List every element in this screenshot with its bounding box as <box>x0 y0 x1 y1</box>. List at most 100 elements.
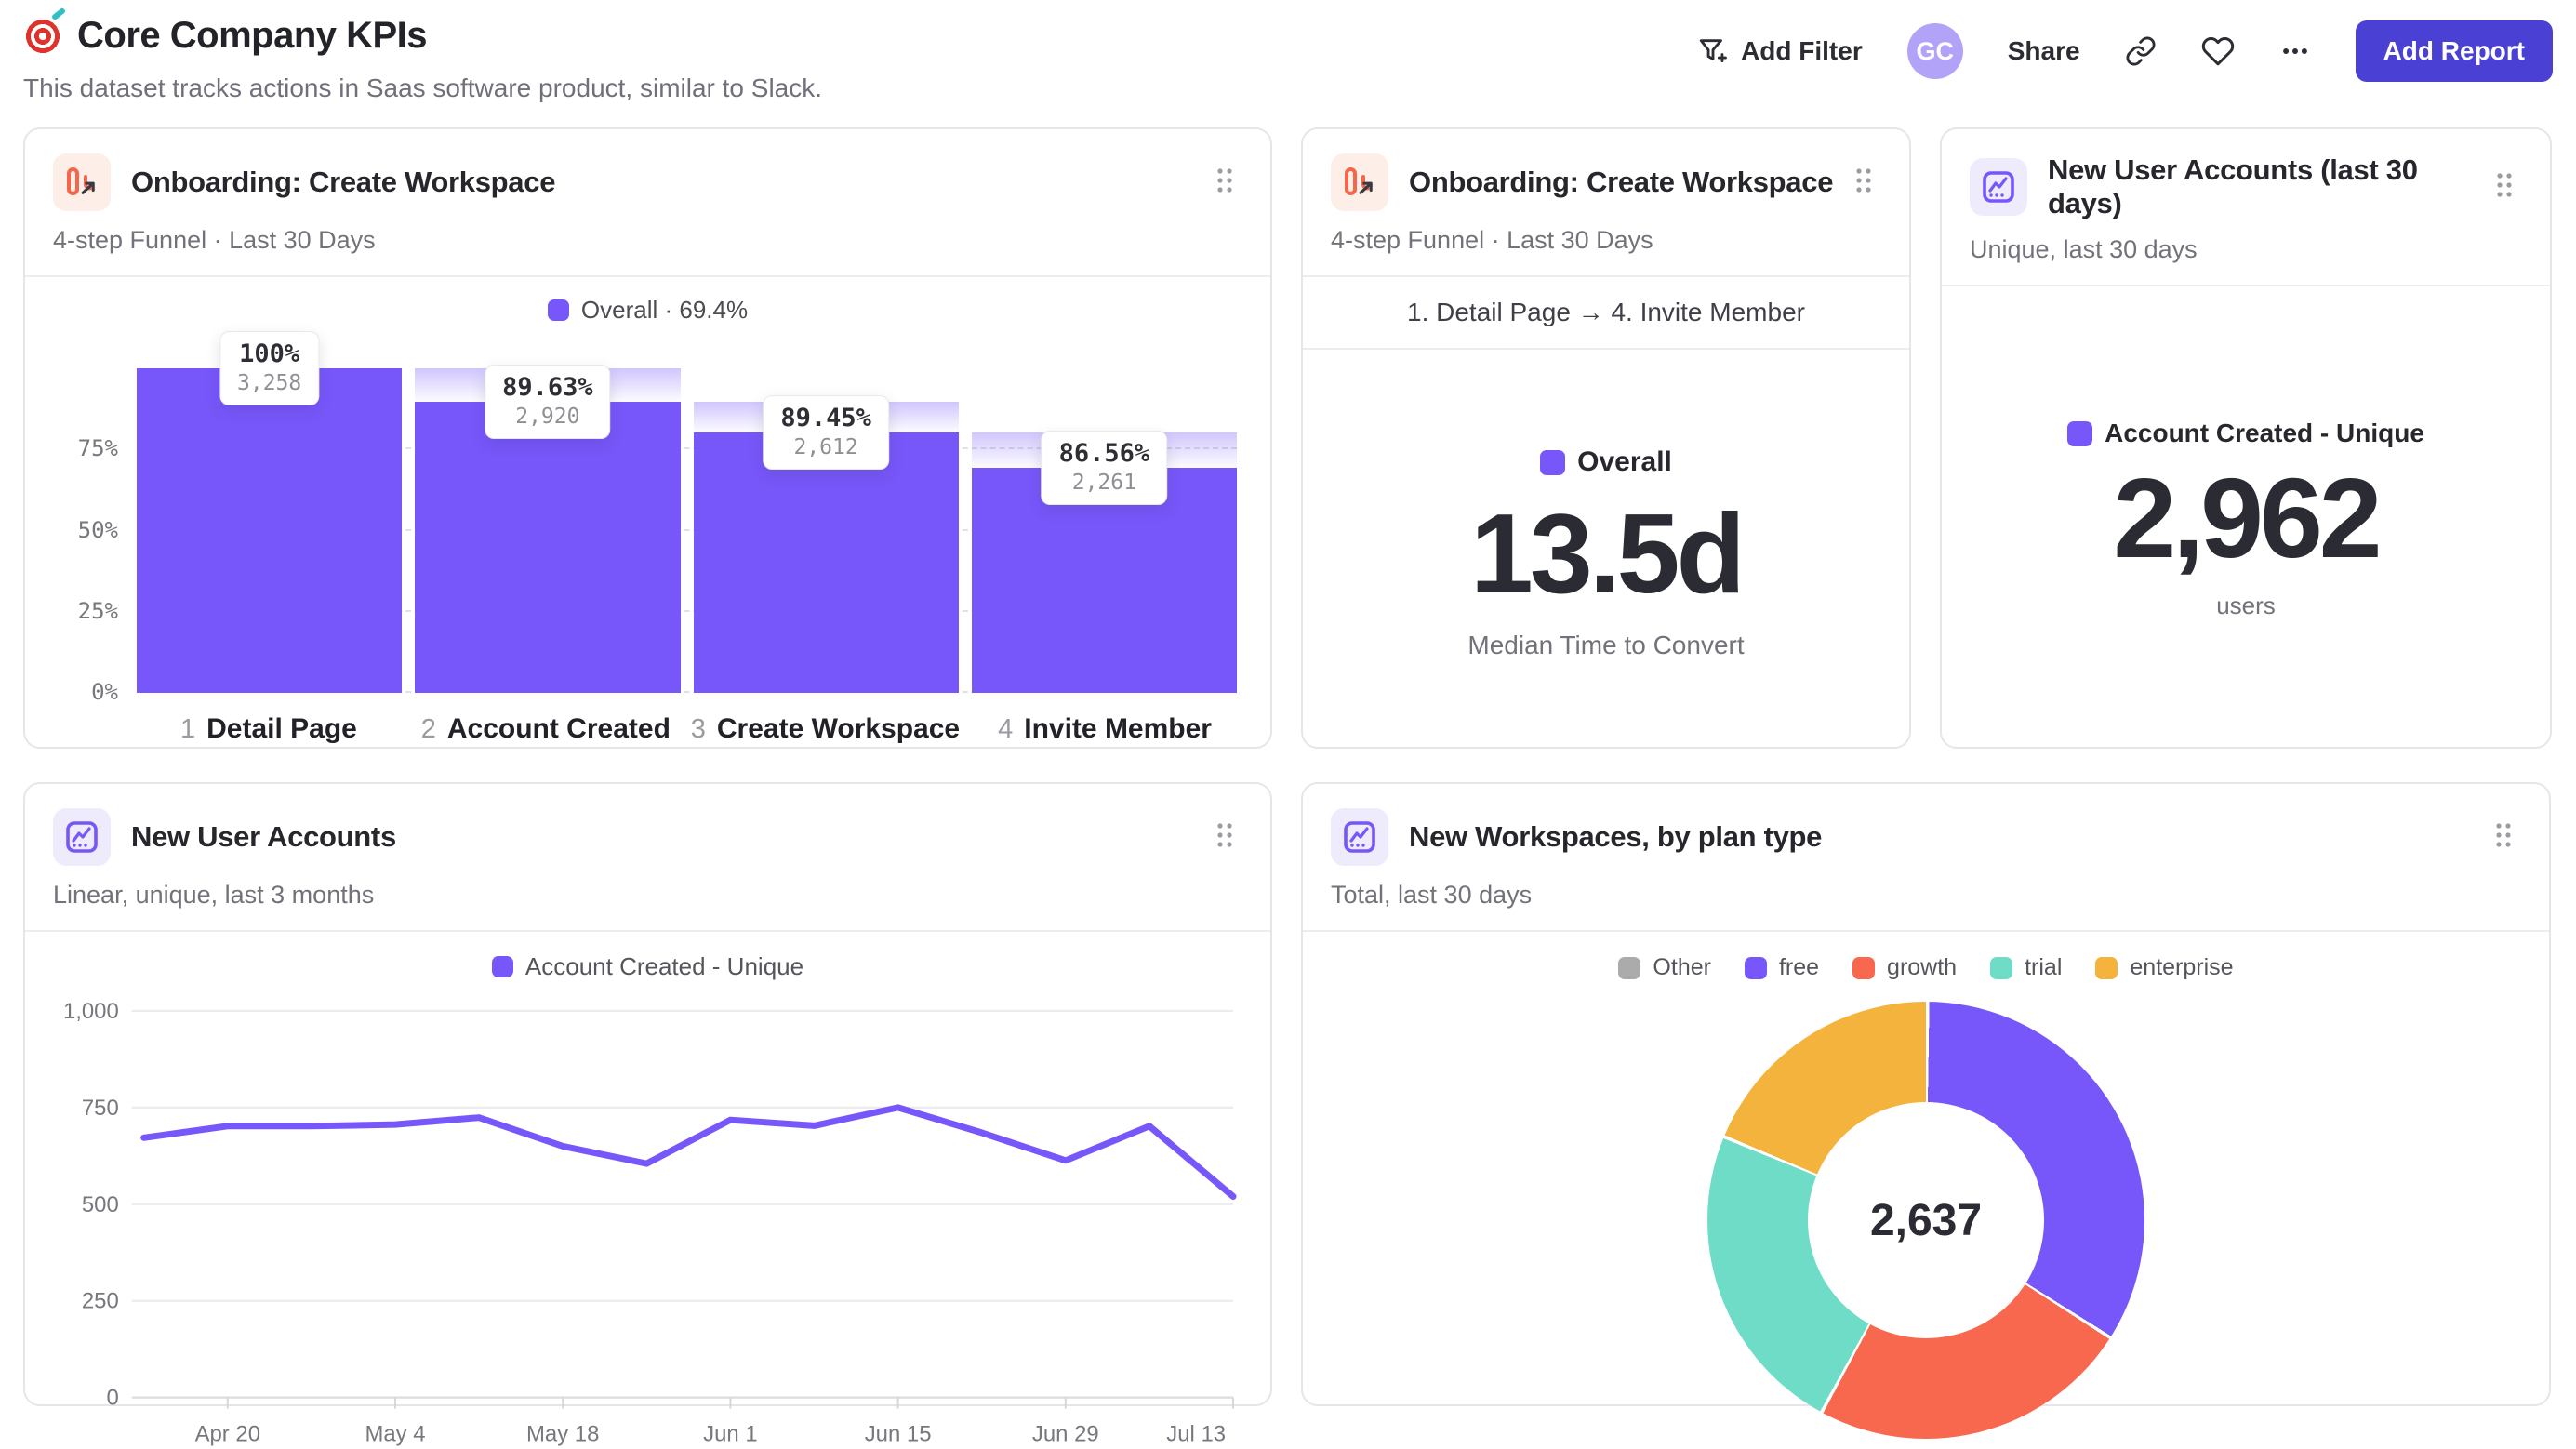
svg-text:250: 250 <box>82 1289 119 1314</box>
metric-legend[interactable]: Account Created - Unique <box>1942 419 2550 448</box>
target-emoji-icon <box>23 16 62 56</box>
funnel-y-tick-label: 25% <box>77 597 118 624</box>
page-subtitle: This dataset tracks actions in Saas soft… <box>23 73 823 102</box>
card-donut-chart: New Workspaces, by plan type Total, last… <box>1301 782 2551 1439</box>
svg-text:May 4: May 4 <box>365 1421 425 1446</box>
share-label: Share <box>2007 36 2080 65</box>
link-icon <box>2125 35 2157 67</box>
funnel-bar-tooltip: 89.45% 2,612 <box>763 395 889 471</box>
svg-text:1,000: 1,000 <box>63 999 119 1024</box>
add-filter-button[interactable]: Add Filter <box>1697 35 1863 67</box>
card-funnel-chart: Onboarding: Create Workspace 4-step Funn… <box>23 127 1272 749</box>
avatar[interactable]: GC <box>1906 23 1963 79</box>
legend-swatch <box>1990 956 2013 979</box>
dashboard-page: Core Company KPIs This dataset tracks ac… <box>0 0 2576 1446</box>
drag-handle-icon[interactable] <box>1207 814 1242 861</box>
legend-label: Overall <box>1577 446 1672 477</box>
metric-legend[interactable]: Overall <box>1303 446 1909 478</box>
donut-legend-item-free[interactable]: free <box>1744 954 1820 981</box>
insights-report-icon <box>53 808 111 866</box>
funnel-step-label: 4 Invite Member <box>998 713 1212 744</box>
svg-text:Jul 13: Jul 13 <box>1166 1421 1226 1446</box>
header-toolbar: Add Filter GC Share Add Report <box>1697 15 2553 82</box>
legend-label: free <box>1778 954 1820 980</box>
funnel-y-tick-label: 50% <box>77 516 118 543</box>
funnel-bar-tooltip: 89.63% 2,920 <box>485 365 611 440</box>
donut-legend-item-enterprise[interactable]: enterprise <box>2095 954 2234 981</box>
legend-label: Overall · 69.4% <box>580 296 749 324</box>
svg-text:0: 0 <box>106 1386 118 1411</box>
svg-text:500: 500 <box>82 1192 119 1217</box>
donut-legend-item-trial[interactable]: trial <box>1990 954 2062 981</box>
card-header: Onboarding: Create Workspace 4-step Funn… <box>25 129 1270 277</box>
donut-chart-body: Other free growth trial enterprise 2,637 <box>1303 954 2549 1439</box>
line-chart-body: Account Created - Unique 0 250 500 750 1,000… <box>25 952 1270 1449</box>
funnel-bar-step-3[interactable]: 89.45% 2,612 <box>693 328 959 693</box>
funnel-y-tick-label: 0% <box>91 679 118 705</box>
drag-handle-icon[interactable] <box>1207 159 1242 206</box>
header-left: Core Company KPIs This dataset tracks ac… <box>23 15 822 103</box>
drag-handle-icon[interactable] <box>2486 814 2521 861</box>
card-header: Onboarding: Create Workspace 4-step Funn… <box>1303 129 1909 277</box>
drag-handle-icon[interactable] <box>2487 164 2522 211</box>
legend-swatch <box>2067 420 2093 446</box>
legend-label: Other <box>1653 954 1711 980</box>
page-header: Core Company KPIs This dataset tracks ac… <box>23 15 2553 103</box>
card-subtitle: Total, last 30 days <box>1331 881 1533 909</box>
funnel-bar-step-1[interactable]: 100% 3,258 <box>137 328 403 693</box>
card-subtitle: Unique, last 30 days <box>1970 235 2198 263</box>
funnel-bars: 100% 3,258 89.63% 2,920 89.45% 2,612 86.56% 2,2… <box>137 328 1237 693</box>
legend-label: growth <box>1887 954 1958 980</box>
card-line-chart: New User Accounts Linear, unique, last 3… <box>23 782 1272 1446</box>
funnel-bar-step-2[interactable]: 89.63% 2,920 <box>415 328 681 693</box>
add-filter-label: Add Filter <box>1741 36 1863 65</box>
donut-legend: Other free growth trial enterprise <box>1303 954 2549 981</box>
more-options-button[interactable] <box>2279 35 2311 67</box>
metric-value: 13.5d <box>1470 490 1746 617</box>
legend-swatch <box>491 956 513 977</box>
svg-text:Jun 15: Jun 15 <box>865 1421 932 1446</box>
metric-caption: users <box>2216 592 2276 620</box>
filter-plus-icon <box>1697 35 1729 67</box>
legend-label: enterprise <box>2130 954 2234 980</box>
card-title: Onboarding: Create Workspace <box>131 166 556 198</box>
svg-text:May 18: May 18 <box>526 1421 599 1446</box>
legend-swatch <box>1744 956 1767 979</box>
card-number-metric: New User Accounts (last 30 days) Unique,… <box>1940 127 2552 749</box>
card-header: New User Accounts (last 30 days) Unique,… <box>1942 129 2550 286</box>
line-legend[interactable]: Account Created - Unique <box>53 952 1242 981</box>
card-subtitle: Linear, unique, last 3 months <box>53 881 375 909</box>
card-title: New Workspaces, by plan type <box>1409 820 1823 853</box>
funnel-count: 2,261 <box>1071 470 1136 495</box>
donut-chart[interactable]: 2,637 <box>1707 1002 2144 1439</box>
legend-label: trial <box>2025 954 2063 980</box>
card-header: New Workspaces, by plan type Total, last… <box>1303 784 2549 932</box>
funnel-conversion-pct: 89.63% <box>502 373 593 403</box>
card-title: New User Accounts (last 30 days) <box>2048 153 2418 219</box>
card-title: New User Accounts <box>131 820 396 853</box>
heart-icon <box>2201 34 2235 68</box>
share-button[interactable]: Share <box>2008 36 2080 66</box>
svg-text:Jun 1: Jun 1 <box>703 1421 757 1446</box>
funnel-step-label: 3 Create Workspace <box>690 713 961 744</box>
svg-text:Apr 20: Apr 20 <box>195 1421 260 1446</box>
legend-swatch <box>2095 956 2118 979</box>
funnel-plot: 0% 25% 50% 75% 100% 3,258 89.63% 2,920 89.45% 2,6… <box>78 328 1237 705</box>
funnel-report-icon <box>1331 153 1388 211</box>
funnel-bar-step-4[interactable]: 86.56% 2,261 <box>971 328 1237 693</box>
card-header: New User Accounts Linear, unique, last 3… <box>25 784 1270 932</box>
legend-swatch <box>547 299 569 321</box>
funnel-legend[interactable]: Overall · 69.4% <box>59 296 1237 325</box>
funnel-step-label: 2 Account Created <box>420 713 671 744</box>
legend-swatch <box>1540 449 1566 475</box>
insights-report-icon <box>1331 808 1388 866</box>
drag-handle-icon[interactable] <box>1846 159 1881 206</box>
funnel-count: 3,258 <box>237 371 302 395</box>
donut-legend-item-growth[interactable]: growth <box>1852 954 1957 981</box>
svg-text:Jun 29: Jun 29 <box>1032 1421 1099 1446</box>
add-report-button[interactable]: Add Report <box>2355 20 2553 82</box>
favorite-button[interactable] <box>2201 34 2235 68</box>
donut-legend-item-other[interactable]: Other <box>1618 954 1711 981</box>
copy-link-button[interactable] <box>2125 35 2157 67</box>
funnel-range-label: 1. Detail Page → 4. Invite Member <box>1303 277 1909 350</box>
